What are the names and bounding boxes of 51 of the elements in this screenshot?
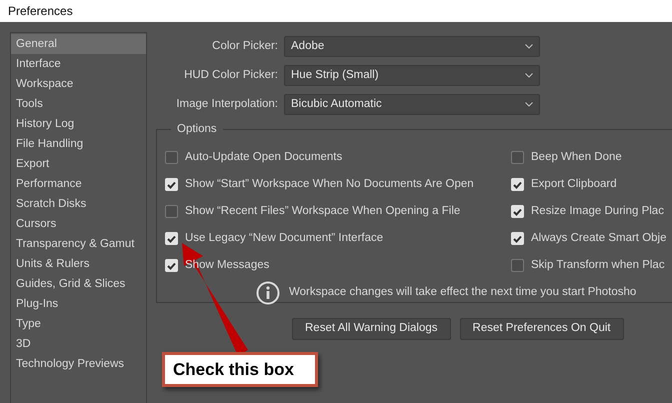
sidebar-item[interactable]: Workspace xyxy=(11,74,146,94)
info-icon xyxy=(256,281,280,305)
checkbox-label: Beep When Done xyxy=(531,150,622,165)
sidebar-item[interactable]: 3D xyxy=(11,334,146,354)
sidebar-item[interactable]: Guides, Grid & Slices xyxy=(11,274,146,294)
window-title: Preferences xyxy=(0,0,672,22)
reset-button[interactable]: Reset Preferences On Quit xyxy=(460,318,624,340)
sidebar-item[interactable]: File Handling xyxy=(11,134,146,154)
checkbox[interactable] xyxy=(511,232,524,245)
reset-button[interactable]: Reset All Warning Dialogs xyxy=(292,318,451,340)
caret-icon xyxy=(525,73,533,78)
checkbox[interactable] xyxy=(165,178,178,191)
info-message: Workspace changes will take effect the next time you start Photosho xyxy=(289,285,636,300)
checkbox[interactable] xyxy=(165,232,178,245)
sidebar-item[interactable]: Plug-Ins xyxy=(11,294,146,314)
caret-icon xyxy=(525,44,533,49)
checkbox-label: Export Clipboard xyxy=(531,176,617,192)
checkbox[interactable] xyxy=(165,205,178,218)
dropdown[interactable]: Hue Strip (Small) xyxy=(284,65,540,86)
dropdown[interactable]: Bicubic Automatic xyxy=(284,94,540,115)
caret-icon xyxy=(525,102,533,107)
checkbox[interactable] xyxy=(165,151,178,164)
checkbox-label: Auto-Update Open Documents xyxy=(185,150,342,165)
checkbox-label: Resize Image During Plac xyxy=(531,204,664,219)
field-label: HUD Color Picker: xyxy=(183,68,279,83)
checkbox[interactable] xyxy=(511,259,524,272)
sidebar-item[interactable]: Interface xyxy=(11,54,146,74)
sidebar-item[interactable]: General xyxy=(11,34,146,54)
checkbox[interactable] xyxy=(165,259,178,272)
checkbox[interactable] xyxy=(511,205,524,218)
checkbox-label: Always Create Smart Obje xyxy=(531,230,666,246)
checkbox-label: Skip Transform when Plac xyxy=(531,258,665,273)
checkbox[interactable] xyxy=(511,178,524,191)
checkbox-label: Show “Recent Files” Workspace When Opening a File xyxy=(185,204,460,219)
field-label: Image Interpolation: xyxy=(175,96,279,112)
sidebar-item[interactable]: Export xyxy=(11,154,146,174)
checkbox-label: Use Legacy “New Document” Interface xyxy=(185,230,384,246)
checkbox-label: Show “Start” Workspace When No Documents Are Open xyxy=(185,176,474,192)
annotation-callout: Check this box xyxy=(162,352,318,387)
checkbox[interactable] xyxy=(511,151,524,164)
sidebar-item[interactable]: Units & Rulers xyxy=(11,254,146,274)
sidebar-item[interactable]: Transparency & Gamut xyxy=(11,234,146,254)
sidebar-item[interactable]: Type xyxy=(11,314,146,334)
sidebar-item[interactable]: Performance xyxy=(11,174,146,194)
sidebar-item[interactable]: Cursors xyxy=(11,214,146,234)
field-label: Color Picker: xyxy=(211,38,279,54)
sidebar-item[interactable]: History Log xyxy=(11,114,146,134)
sidebar-item[interactable]: Tools xyxy=(11,94,146,114)
dropdown[interactable]: Adobe xyxy=(284,36,540,57)
sidebar-item[interactable]: Technology Previews xyxy=(11,354,146,374)
sidebar-item[interactable]: Scratch Disks xyxy=(11,194,146,214)
